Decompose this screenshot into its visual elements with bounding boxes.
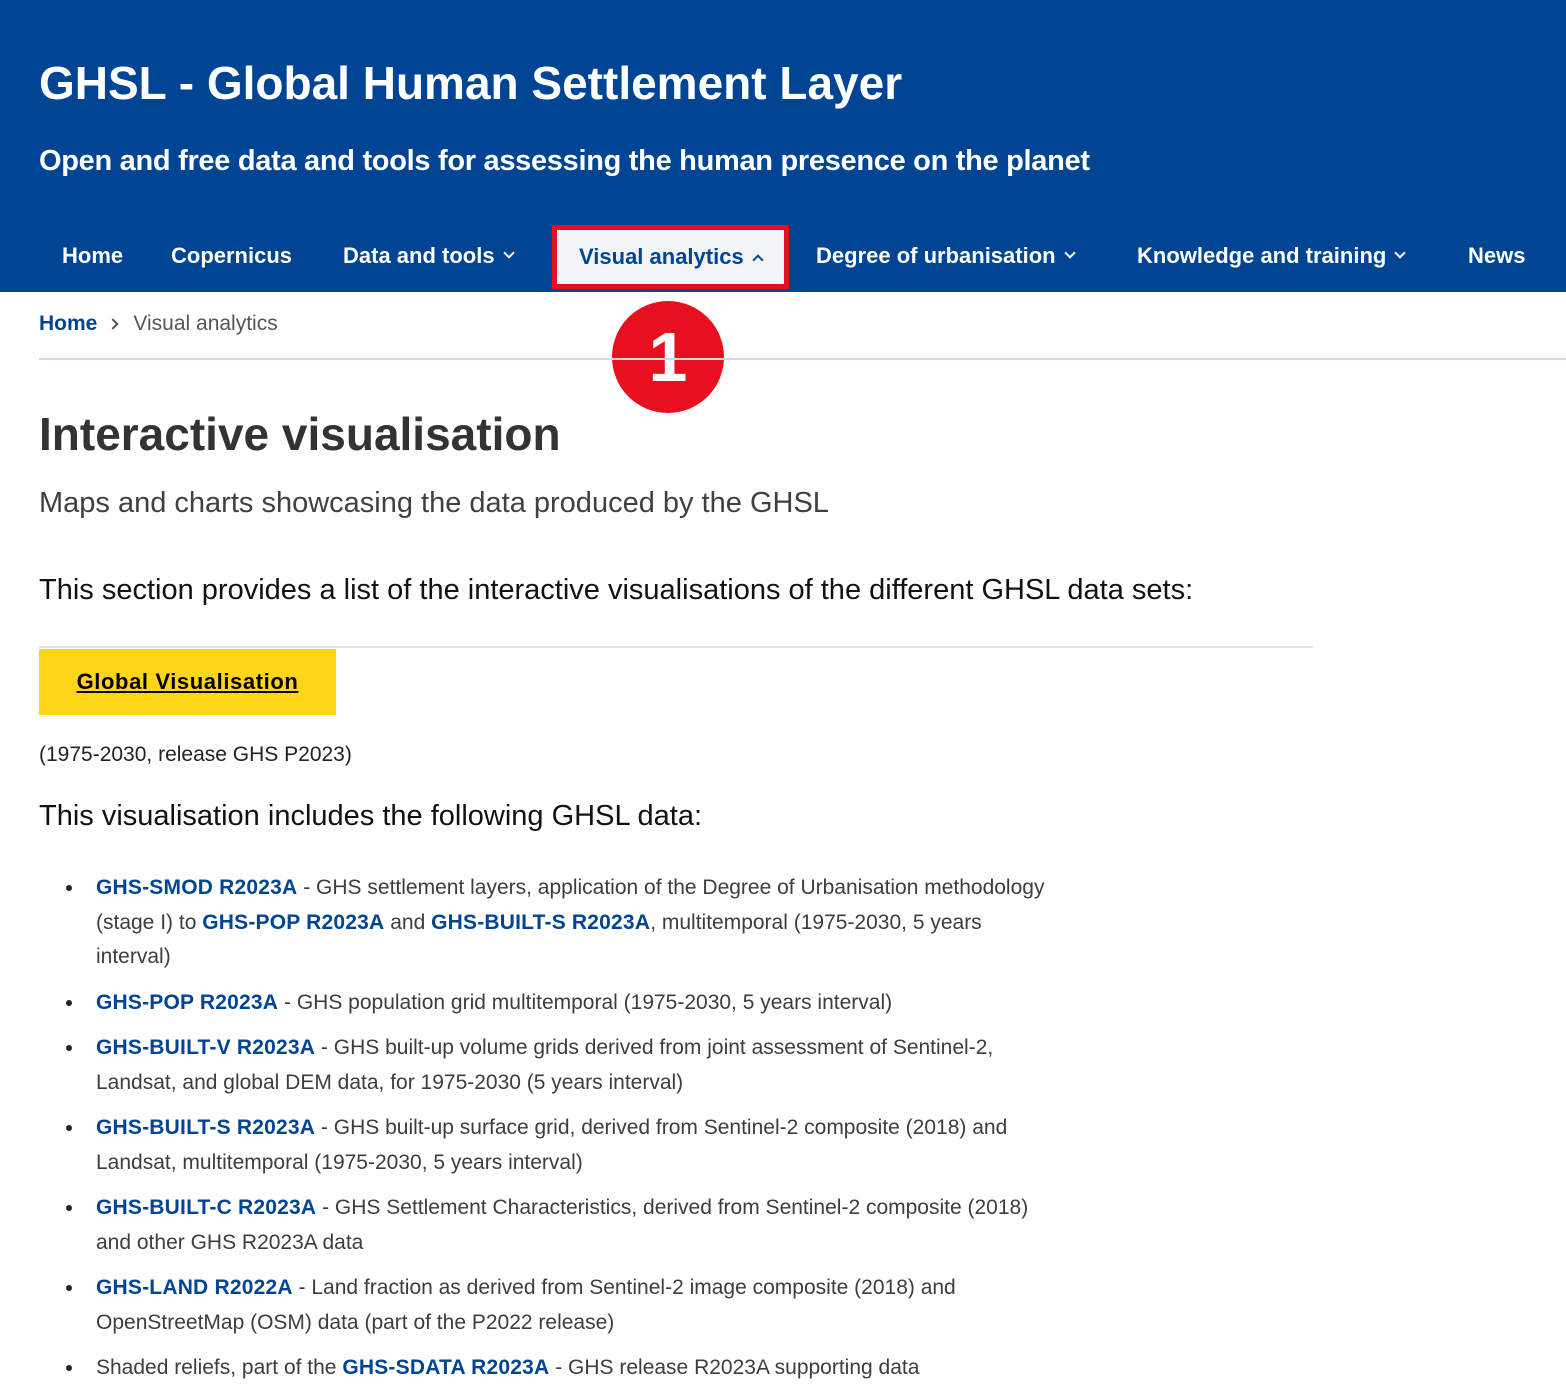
nav-item-visual-analytics[interactable]: Visual analytics xyxy=(552,225,789,289)
nav-item-label: Copernicus xyxy=(171,243,293,268)
includes-heading: This visualisation includes the followin… xyxy=(39,800,703,832)
nav-item-label: Home xyxy=(62,243,124,268)
list-item-text: Shaded reliefs, part of the xyxy=(96,1356,343,1379)
nav-item-label: News xyxy=(1468,243,1526,268)
ghs-built-v-link[interactable]: GHS-BUILT-V R2023A xyxy=(96,1036,315,1059)
page-title: Interactive visualisation xyxy=(39,408,561,460)
chevron-down-icon xyxy=(1394,247,1407,259)
ghs-pop-link[interactable]: GHS-POP R2023A xyxy=(96,991,278,1014)
nav-item-label: Knowledge and training xyxy=(1137,243,1387,268)
release-info: (1975-2030, release GHS P2023) xyxy=(39,743,352,766)
list-item-text: and xyxy=(384,910,432,934)
list-item-text: - GHS population grid multitemporal (197… xyxy=(278,990,893,1014)
nav-item-label: Data and tools xyxy=(343,243,495,268)
ghs-pop-link[interactable]: GHS-POP R2023A xyxy=(202,911,384,934)
ghs-built-s-link[interactable]: GHS-BUILT-S R2023A xyxy=(96,1116,315,1139)
list-item: GHS-LAND R2022A - Land fraction as deriv… xyxy=(66,1271,1061,1340)
chevron-down-icon xyxy=(1063,247,1076,259)
intro-text: This section provides a list of the inte… xyxy=(39,574,1194,606)
site-header: GHSL - Global Human Settlement Layer Ope… xyxy=(0,0,1566,292)
ghs-smod-link[interactable]: GHS-SMOD R2023A xyxy=(96,876,297,899)
global-visualisation-button[interactable]: Global Visualisation xyxy=(39,649,336,715)
nav-item-data-and-tools[interactable]: Data and tools xyxy=(343,228,515,284)
list-item: GHS-POP R2023A - GHS population grid mul… xyxy=(66,986,1061,1021)
breadcrumb: Home Visual analytics xyxy=(39,312,278,336)
ghsl-data-list: GHS-SMOD R2023A - GHS settlement layers,… xyxy=(66,871,1061,1390)
chevron-up-icon xyxy=(752,254,764,266)
list-item: GHS-SMOD R2023A - GHS settlement layers,… xyxy=(66,871,1061,975)
breadcrumb-divider xyxy=(39,358,1566,360)
list-item: GHS-BUILT-C R2023A - GHS Settlement Char… xyxy=(66,1191,1061,1260)
list-item: GHS-BUILT-S R2023A - GHS built-up surfac… xyxy=(66,1111,1061,1180)
page-lead: Maps and charts showcasing the data prod… xyxy=(39,487,829,519)
ghs-built-s-link[interactable]: GHS-BUILT-S R2023A xyxy=(431,911,650,934)
breadcrumb-home-link[interactable]: Home xyxy=(39,312,97,336)
ghs-built-c-link[interactable]: GHS-BUILT-C R2023A xyxy=(96,1196,316,1219)
ghs-land-link[interactable]: GHS-LAND R2022A xyxy=(96,1276,293,1299)
site-title[interactable]: GHSL - Global Human Settlement Layer xyxy=(39,56,902,110)
nav-item-label: Degree of urbanisation xyxy=(816,243,1056,268)
nav-item-news[interactable]: News xyxy=(1468,228,1525,284)
nav-item-label: Visual analytics xyxy=(579,244,744,269)
breadcrumb-current: Visual analytics xyxy=(133,312,278,335)
main-navigation: Home Copernicus Data and tools Visual an… xyxy=(0,225,1566,292)
nav-item-home[interactable]: Home xyxy=(62,228,123,284)
ghs-sdata-link[interactable]: GHS-SDATA R2023A xyxy=(342,1356,549,1379)
list-item: Shaded reliefs, part of the GHS-SDATA R2… xyxy=(66,1351,1061,1386)
chevron-down-icon xyxy=(502,247,515,259)
chevron-right-icon xyxy=(107,318,120,330)
list-item: GHS-BUILT-V R2023A - GHS built-up volume… xyxy=(66,1031,1061,1100)
list-item-text: - GHS release R2023A supporting data xyxy=(549,1356,920,1379)
nav-item-degree-of-urbanisation[interactable]: Degree of urbanisation xyxy=(816,228,1076,284)
step-number-badge: 1 xyxy=(612,301,724,413)
nav-item-copernicus[interactable]: Copernicus xyxy=(171,228,292,284)
site-subtitle: Open and free data and tools for assessi… xyxy=(39,145,1090,177)
content-divider xyxy=(39,646,1313,648)
nav-item-knowledge-and-training[interactable]: Knowledge and training xyxy=(1137,228,1407,284)
